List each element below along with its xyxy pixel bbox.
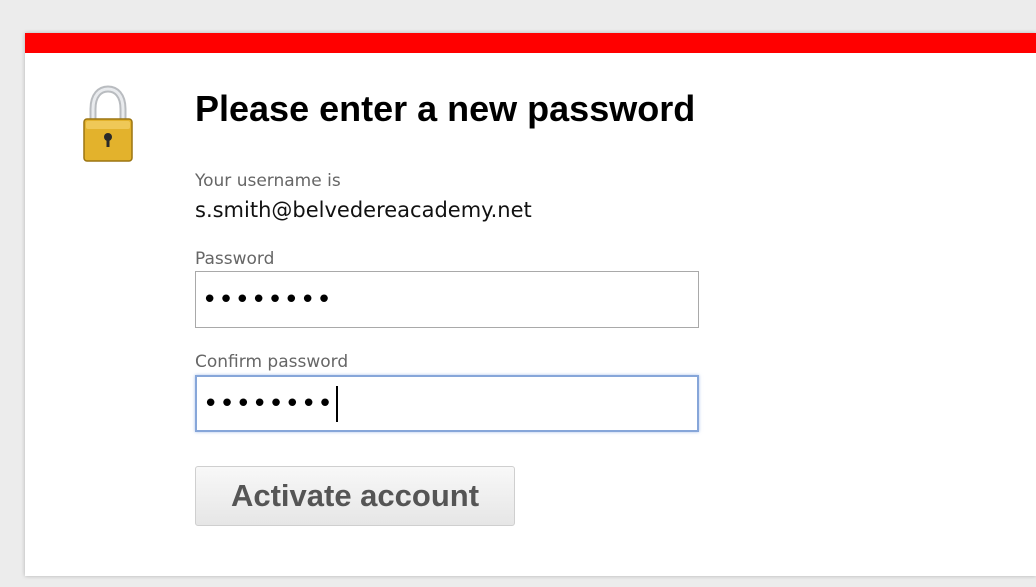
confirm-password-field[interactable]: •••••••• (195, 375, 699, 432)
activate-account-button[interactable]: Activate account (195, 466, 515, 526)
confirm-password-value: •••••••• (203, 388, 334, 419)
text-caret (335, 385, 338, 422)
username-value: s.smith@belvedereacademy.net (195, 198, 532, 222)
accent-bar (25, 33, 1036, 53)
password-value: •••••••• (202, 284, 333, 315)
confirm-password-label: Confirm password (195, 352, 349, 372)
padlock-icon (83, 85, 133, 162)
password-label: Password (195, 249, 275, 269)
password-card: Please enter a new password Your usernam… (25, 33, 1036, 576)
page-title: Please enter a new password (195, 88, 696, 129)
username-label: Your username is (195, 171, 341, 191)
password-field[interactable]: •••••••• (195, 271, 699, 328)
